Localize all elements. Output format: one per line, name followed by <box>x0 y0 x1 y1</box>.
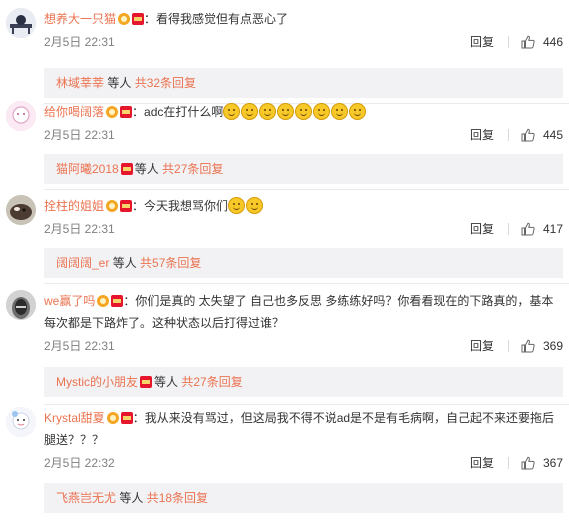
comment-body: ：adc在打什么啊 <box>132 105 224 119</box>
comment-timestamp: 2月5日 22:31 <box>44 339 115 353</box>
avatar[interactable] <box>6 8 36 38</box>
thumbs-up-icon[interactable] <box>521 339 535 353</box>
sub-reply-username[interactable]: 猫阿曦2018 <box>56 162 119 176</box>
smile-emoji-icon <box>349 103 367 120</box>
thumbs-up-icon[interactable] <box>521 35 535 49</box>
sub-reply-count-link[interactable]: 共27条回复 <box>162 162 223 176</box>
action-divider <box>507 340 509 352</box>
sub-replies-summary: Mystic的小朋友 等人 共27条回复 <box>44 367 563 397</box>
smile-emoji-icon <box>259 103 277 120</box>
red-envelope-badge-icon[interactable] <box>120 200 133 212</box>
red-envelope-badge-icon[interactable] <box>140 376 152 388</box>
comment-timestamp: 2月5日 22:32 <box>44 456 115 470</box>
reply-button[interactable]: 回复 <box>470 34 494 50</box>
avatar[interactable] <box>6 290 36 320</box>
like-count[interactable]: 446 <box>543 34 563 50</box>
smile-emoji-icon <box>223 103 241 120</box>
sub-reply-middle-text: 等人 <box>154 375 182 389</box>
comment-username[interactable]: 给你喝阔落 <box>44 105 104 119</box>
comment-actions: 回复 417 <box>470 221 563 237</box>
comment-body: ：看得我感觉但有点恶心了 <box>144 12 289 26</box>
action-divider <box>507 129 509 141</box>
avatar[interactable] <box>6 407 36 437</box>
smile-emoji-icon <box>241 103 259 120</box>
sub-replies-box[interactable]: 林域莘莘 等人 共32条回复 <box>44 68 563 98</box>
comment-actions: 回复 369 <box>470 338 563 354</box>
reply-button[interactable]: 回复 <box>470 221 494 237</box>
smile-emoji-icon <box>295 103 313 120</box>
thumbs-up-icon[interactable] <box>521 456 535 470</box>
comment-actions: 回复 445 <box>470 127 563 143</box>
avatar[interactable] <box>6 101 36 131</box>
comment-timestamp: 2月5日 22:31 <box>44 222 115 236</box>
comment-text: 想养大一只猫 ：看得我感觉但有点恶心了 <box>44 8 557 30</box>
sub-reply-username[interactable]: 阔阔阔_er <box>56 256 109 270</box>
avatar[interactable] <box>6 195 36 225</box>
comment-actions: 回复 446 <box>470 34 563 50</box>
sub-reply-middle-text: 等人 <box>116 491 147 505</box>
sub-replies-box[interactable]: 阔阔阔_er 等人 共57条回复 <box>44 248 563 278</box>
comment-divider <box>44 404 569 405</box>
reply-button[interactable]: 回复 <box>470 455 494 471</box>
action-divider <box>507 223 509 235</box>
action-divider <box>507 457 509 469</box>
comment-text: 拴柱的姐姐 ：今天我想骂你们 <box>44 195 557 217</box>
red-envelope-badge-icon[interactable] <box>120 163 133 175</box>
sub-reply-username[interactable]: 林域莘莘 <box>56 76 104 90</box>
comment-list: 想养大一只猫 ：看得我感觉但有点恶心了 2月5日 22:31 回复 446 林域莘莘 等人… <box>0 0 569 521</box>
sub-reply-count-link[interactable]: 共57条回复 <box>140 256 201 270</box>
thumbs-up-icon[interactable] <box>521 128 535 142</box>
sub-reply-count-link[interactable]: 共18条回复 <box>147 491 208 505</box>
vip-badge-icon[interactable] <box>106 200 119 212</box>
sub-replies-summary: 阔阔阔_er 等人 共57条回复 <box>44 248 563 278</box>
vip-badge-icon[interactable] <box>106 106 119 118</box>
sub-reply-count-link[interactable]: 共27条回复 <box>181 375 242 389</box>
smile-emoji-icon <box>228 197 246 214</box>
sub-replies-box[interactable]: Mystic的小朋友 等人 共27条回复 <box>44 367 563 397</box>
comment-divider <box>44 189 569 190</box>
sub-replies-summary: 猫阿曦2018 等人 共27条回复 <box>44 154 563 184</box>
vip-badge-icon[interactable] <box>97 295 110 307</box>
red-envelope-badge-icon[interactable] <box>120 106 133 118</box>
comment-text: 给你喝阔落 ：adc在打什么啊 <box>44 101 557 123</box>
sub-reply-middle-text: 等人 <box>109 256 141 270</box>
red-envelope-badge-icon[interactable] <box>120 412 133 424</box>
like-count[interactable]: 369 <box>543 338 563 354</box>
vip-badge-icon[interactable] <box>118 13 131 25</box>
reply-button[interactable]: 回复 <box>470 127 494 143</box>
smile-emoji-icon <box>331 103 349 120</box>
sub-replies-summary: 飞燕岂无尤 等人 共18条回复 <box>44 483 563 513</box>
sub-reply-username[interactable]: 飞燕岂无尤 <box>56 491 116 505</box>
comment-divider <box>44 283 569 284</box>
comment-username[interactable]: 想养大一只猫 <box>44 12 116 26</box>
vip-badge-icon[interactable] <box>106 412 119 424</box>
like-count[interactable]: 445 <box>543 127 563 143</box>
like-count[interactable]: 417 <box>543 221 563 237</box>
comment-timestamp: 2月5日 22:31 <box>44 128 115 142</box>
sub-replies-box[interactable]: 猫阿曦2018 等人 共27条回复 <box>44 154 563 184</box>
comment-text: Krystal甜夏 ：我从来没有骂过，但这局我不得不说ad是不是有毛病啊，自己起不… <box>44 407 557 451</box>
comment-timestamp: 2月5日 22:31 <box>44 35 115 49</box>
comment-username[interactable]: 拴柱的姐姐 <box>44 199 104 213</box>
red-envelope-badge-icon[interactable] <box>111 295 124 307</box>
comment-username[interactable]: Krystal甜夏 <box>44 411 105 425</box>
sub-reply-username[interactable]: Mystic的小朋友 <box>56 375 138 389</box>
comment-actions: 回复 367 <box>470 455 563 471</box>
red-envelope-badge-icon[interactable] <box>132 13 145 25</box>
like-count[interactable]: 367 <box>543 455 563 471</box>
sub-replies-box[interactable]: 飞燕岂无尤 等人 共18条回复 <box>44 483 563 513</box>
sub-reply-middle-text: 等人 <box>134 162 163 176</box>
reply-button[interactable]: 回复 <box>470 338 494 354</box>
sub-replies-summary: 林域莘莘 等人 共32条回复 <box>44 68 563 98</box>
sub-reply-middle-text: 等人 <box>104 76 135 90</box>
smile-emoji-icon <box>313 103 331 120</box>
smile-emoji-icon <box>277 103 295 120</box>
action-divider <box>507 36 509 48</box>
sub-reply-count-link[interactable]: 共32条回复 <box>135 76 196 90</box>
comment-text: we赢了吗 ：你们是真的 太失望了 自己也多反思 多练练好吗？你看看现在的下路真的… <box>44 290 557 334</box>
comment-username[interactable]: we赢了吗 <box>44 294 95 308</box>
thumbs-up-icon[interactable] <box>521 222 535 236</box>
comment-body: ：今天我想骂你们 <box>132 199 229 213</box>
smile-emoji-icon <box>246 197 264 214</box>
